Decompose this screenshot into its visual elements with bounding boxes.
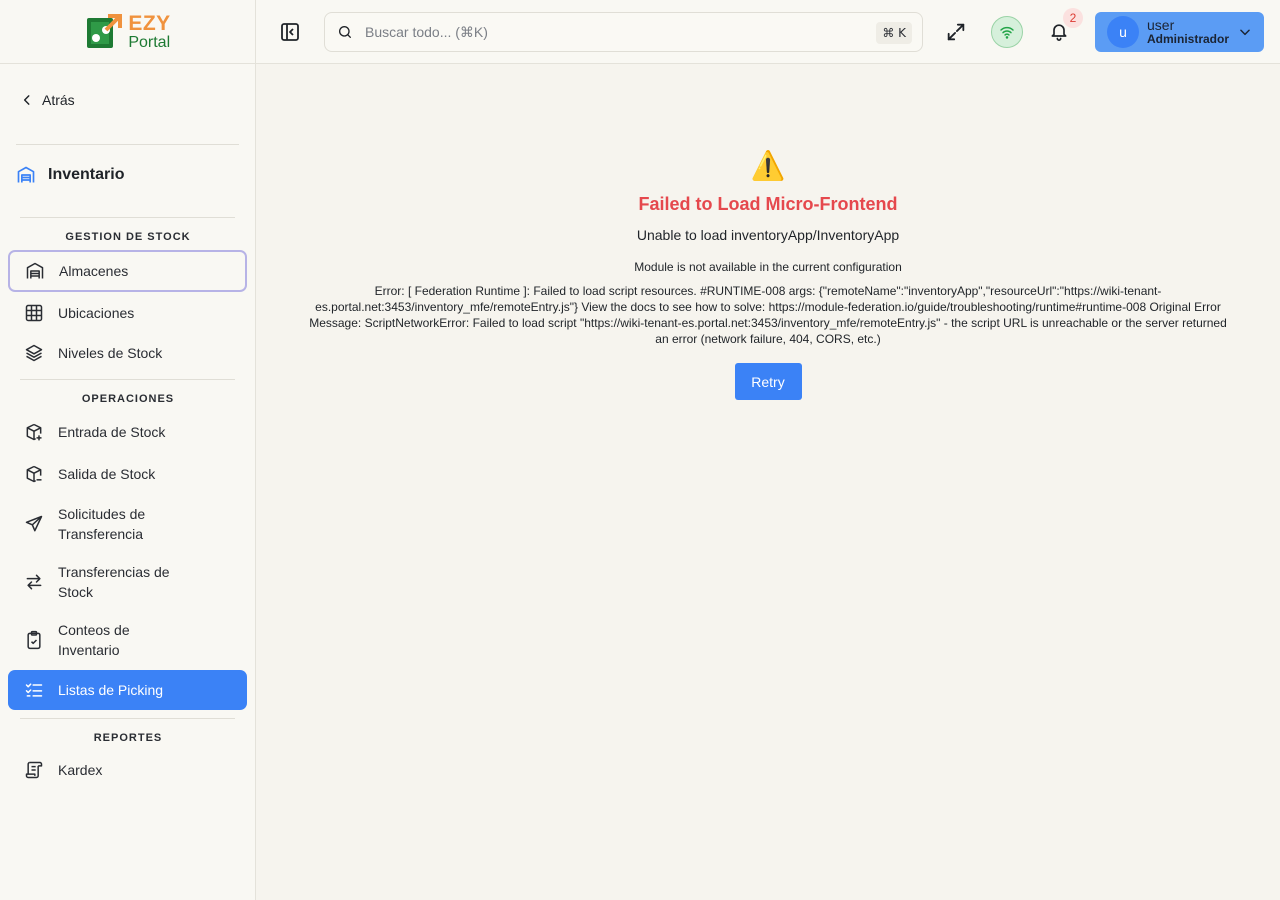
brand-logo-icon	[87, 13, 123, 48]
search-input[interactable]	[365, 24, 845, 40]
divider	[16, 144, 239, 145]
search-shortcut: ⌘ K	[876, 22, 912, 44]
brand-name-top: EZY	[128, 11, 171, 35]
scroll-icon	[25, 761, 43, 779]
avatar: u	[1107, 16, 1139, 48]
section-label-reports: REPORTES	[93, 732, 163, 744]
error-message: Error: [ Federation Runtime ]: Failed to…	[309, 284, 1227, 346]
module-header: Inventario	[16, 165, 124, 185]
sidebar-item-picking[interactable]: Listas de Picking	[8, 670, 247, 710]
error-subtitle: Unable to load inventoryApp/InventoryApp	[636, 227, 900, 243]
sidebar-item-almacenes[interactable]: Almacenes	[8, 250, 247, 292]
sidebar-item-label: Niveles de Stock	[58, 345, 163, 361]
expand-icon	[947, 23, 965, 41]
logo-area: EZY Portal	[0, 0, 255, 64]
warehouse-icon	[17, 166, 35, 183]
search-bar[interactable]: ⌘ K	[324, 12, 923, 52]
package-plus-icon	[26, 423, 42, 441]
package-minus-icon	[26, 465, 42, 483]
error-panel: ⚠️ Failed to Load Micro-Frontend Unable …	[256, 148, 1280, 400]
sidebar-item-entrada[interactable]: Entrada de Stock	[8, 412, 247, 452]
back-label: Atrás	[42, 92, 75, 108]
retry-button[interactable]: Retry	[734, 363, 802, 400]
module-title: Inventario	[48, 166, 125, 183]
top-bar: ⌘ K 2 u user Administrador	[256, 0, 1280, 64]
arrows-left-right-icon	[26, 574, 42, 590]
divider	[20, 379, 235, 380]
warning-icon: ⚠️	[750, 150, 786, 181]
brand-name-bottom: Portal	[128, 33, 171, 51]
user-role: Administrador	[1147, 32, 1230, 47]
sidebar-item-niveles[interactable]: Niveles de Stock	[8, 333, 247, 373]
brand-logo[interactable]: EZY Portal	[84, 12, 170, 52]
sidebar-item-label: Conteos de Inventario	[58, 622, 130, 658]
sidebar-item-label: Almacenes	[59, 263, 129, 279]
sidebar-item-ubicaciones[interactable]: Ubicaciones	[8, 293, 247, 333]
back-link[interactable]: Atrás	[20, 92, 75, 108]
divider	[20, 718, 235, 719]
connection-status-button[interactable]	[991, 16, 1023, 48]
sidebar-item-transferencias[interactable]: Transferencias de Stock	[8, 560, 247, 604]
sidebar-item-conteos[interactable]: Conteos de Inventario	[8, 618, 247, 662]
sidebar-item-label: Salida de Stock	[58, 466, 156, 482]
error-detail: Module is not available in the current c…	[634, 260, 902, 274]
list-checks-icon	[25, 683, 43, 697]
grid-icon	[25, 304, 43, 322]
error-title: Failed to Load Micro-Frontend	[638, 194, 898, 214]
layers-icon	[25, 344, 43, 362]
section-label-ops: OPERACIONES	[81, 393, 175, 405]
sidebar-item-label: Listas de Picking	[58, 682, 164, 698]
sidebar-item-label: Solicitudes de Transferencia	[58, 506, 146, 542]
warehouse-icon	[26, 262, 44, 279]
chevron-down-icon	[1240, 29, 1250, 36]
sidebar-toggle-button[interactable]	[278, 20, 302, 44]
clipboard-check-icon	[27, 630, 41, 650]
sidebar-item-label: Ubicaciones	[58, 305, 135, 321]
main-content: ⚠️ Failed to Load Micro-Frontend Unable …	[256, 64, 1280, 900]
notification-count-badge: 2	[1063, 8, 1083, 28]
send-icon	[25, 515, 43, 532]
user-name: user	[1147, 17, 1175, 34]
sidebar: EZY Portal Atrás Inventario GESTION DE S…	[0, 0, 256, 900]
sidebar-item-salida[interactable]: Salida de Stock	[8, 454, 247, 494]
divider	[20, 217, 235, 218]
sidebar-item-kardex[interactable]: Kardex	[8, 750, 247, 790]
sidebar-item-label: Kardex	[58, 762, 103, 778]
section-label-stock: GESTION DE STOCK	[65, 231, 191, 243]
user-info: user Administrador	[1147, 17, 1229, 47]
fullscreen-button[interactable]	[944, 20, 968, 44]
chevron-left-icon	[23, 95, 30, 105]
sidebar-item-solicitudes[interactable]: Solicitudes de Transferencia	[8, 502, 247, 546]
sidebar-item-label: Transferencias de Stock	[58, 564, 170, 600]
wifi-icon	[1000, 26, 1014, 39]
user-menu-button[interactable]: u user Administrador	[1095, 12, 1264, 52]
sidebar-item-label: Entrada de Stock	[58, 424, 166, 440]
panel-left-close-icon	[281, 23, 299, 41]
brand-wordmark: EZY Portal	[128, 13, 170, 51]
search-icon	[339, 26, 351, 38]
